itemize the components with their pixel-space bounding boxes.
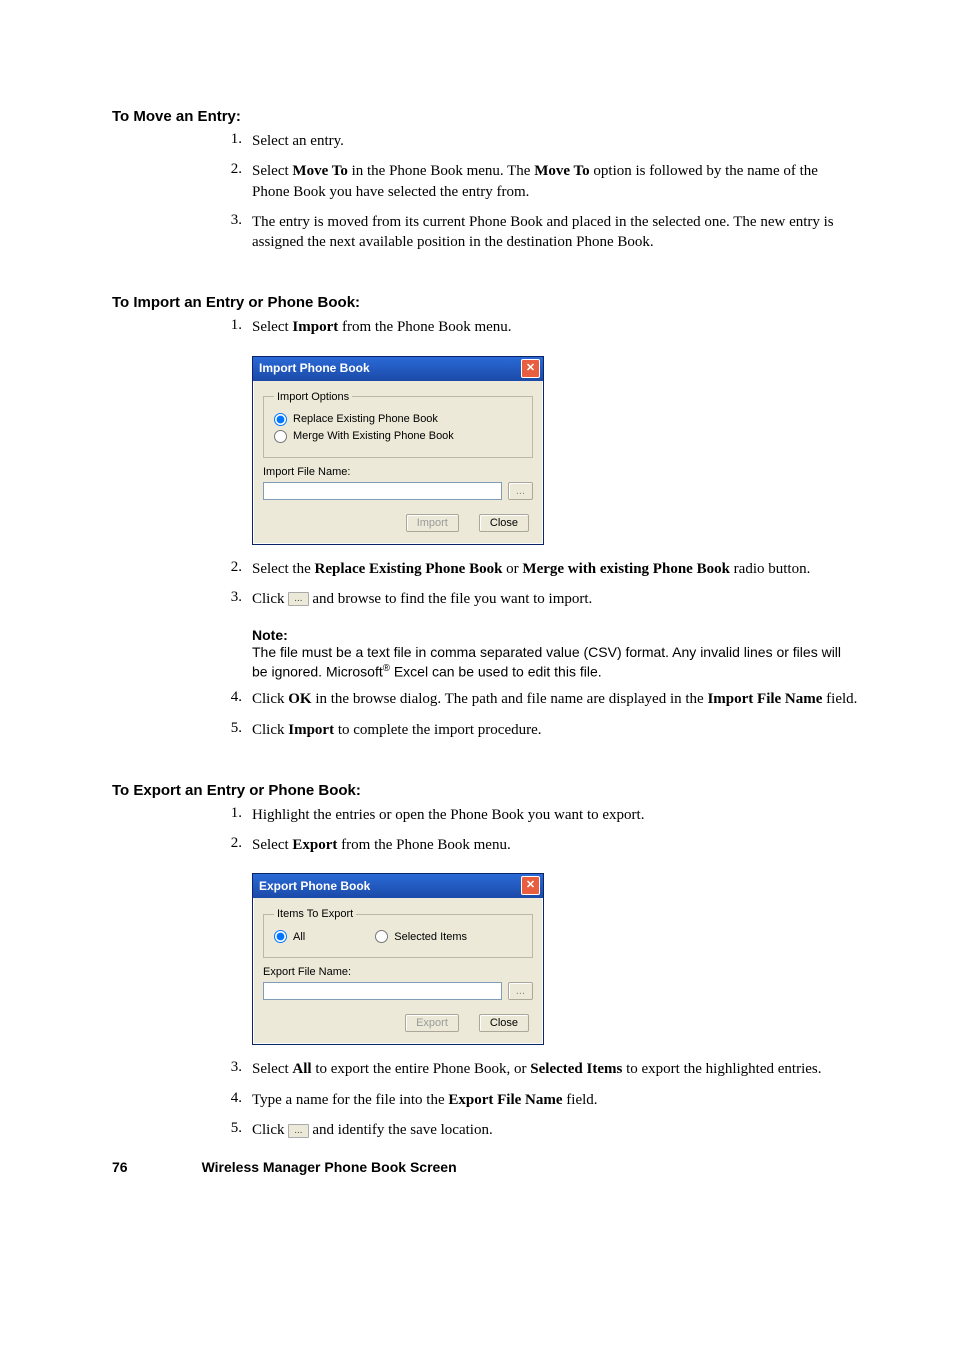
step-text: Select All to export the entire Phone Bo… [252, 1059, 858, 1079]
list-item: 4. Type a name for the file into the Exp… [112, 1090, 858, 1110]
file-row: ... [263, 482, 533, 500]
step-number: 3. [112, 212, 252, 253]
step-text: Type a name for the file into the Export… [252, 1090, 858, 1110]
list-item: 1. Select an entry. [112, 131, 858, 151]
import-options-group: Import Options Replace Existing Phone Bo… [263, 391, 533, 458]
step-text: Select Import from the Phone Book menu. [252, 317, 858, 337]
step-number: 2. [112, 835, 252, 855]
step-text: The entry is moved from its current Phon… [252, 212, 858, 253]
list-item: 5. Click Import to complete the import p… [112, 720, 858, 740]
page: To Move an Entry: 1. Select an entry. 2.… [0, 0, 954, 1351]
step-number: 4. [112, 1090, 252, 1110]
step-text: Click ... and browse to find the file yo… [252, 589, 858, 609]
export-dialog: Export Phone Book ✕ Items To Export All … [252, 873, 544, 1045]
radio-input[interactable] [375, 930, 388, 943]
group-legend: Items To Export [274, 908, 356, 920]
list-item: 3. The entry is moved from its current P… [112, 212, 858, 253]
import-list: 1. Select Import from the Phone Book men… [112, 317, 858, 337]
browse-button[interactable]: ... [508, 982, 533, 1000]
dialog-body: Import Options Replace Existing Phone Bo… [253, 381, 543, 544]
step-number: 1. [112, 805, 252, 825]
list-item: 2. Select Export from the Phone Book men… [112, 835, 858, 855]
dialog-actions: Import Close [263, 514, 533, 532]
export-items-group: Items To Export All Selected Items [263, 908, 533, 958]
close-button[interactable]: Close [479, 514, 529, 532]
step-text: Select an entry. [252, 131, 858, 151]
import-dialog: Import Phone Book ✕ Import Options Repla… [252, 356, 544, 545]
heading-export: To Export an Entry or Phone Book: [112, 782, 858, 799]
step-number: 5. [112, 1120, 252, 1140]
step-number: 1. [112, 317, 252, 337]
export-button[interactable]: Export [405, 1014, 459, 1032]
heading-import: To Import an Entry or Phone Book: [112, 294, 858, 311]
radio-selected[interactable]: Selected Items [375, 930, 467, 943]
import-file-input[interactable] [263, 482, 502, 500]
list-item: 1. Select Import from the Phone Book men… [112, 317, 858, 337]
list-item: 3. Click ... and browse to find the file… [112, 589, 858, 609]
radio-label: All [293, 931, 305, 943]
step-text: Select Move To in the Phone Book menu. T… [252, 161, 858, 202]
radio-grid: All Selected Items [274, 926, 522, 947]
note-title: Note: [252, 627, 858, 643]
step-number: 3. [112, 589, 252, 609]
note-block: Note: The file must be a text file in co… [252, 627, 858, 681]
list-item: 2. Select the Replace Existing Phone Boo… [112, 559, 858, 579]
step-number: 2. [112, 161, 252, 202]
step-number: 2. [112, 559, 252, 579]
file-row: ... [263, 982, 533, 1000]
radio-label: Selected Items [394, 931, 467, 943]
dialog-titlebar: Import Phone Book ✕ [253, 357, 543, 381]
radio-label: Replace Existing Phone Book [293, 413, 438, 425]
heading-move: To Move an Entry: [112, 108, 858, 125]
close-icon[interactable]: ✕ [521, 876, 540, 895]
import-list-cont: 2. Select the Replace Existing Phone Boo… [112, 559, 858, 610]
list-item: 4. Click OK in the browse dialog. The pa… [112, 689, 858, 709]
radio-merge[interactable]: Merge With Existing Phone Book [274, 430, 522, 443]
page-number: 76 [112, 1159, 128, 1175]
dialog-actions: Export Close [263, 1014, 533, 1032]
export-list: 1. Highlight the entries or open the Pho… [112, 805, 858, 856]
step-number: 3. [112, 1059, 252, 1079]
step-number: 5. [112, 720, 252, 740]
step-text: Click ... and identify the save location… [252, 1120, 858, 1140]
list-item: 2. Select Move To in the Phone Book menu… [112, 161, 858, 202]
step-text: Select Export from the Phone Book menu. [252, 835, 858, 855]
browse-button[interactable]: ... [508, 482, 533, 500]
close-button[interactable]: Close [479, 1014, 529, 1032]
export-list-cont: 3. Select All to export the entire Phone… [112, 1059, 858, 1140]
step-number: 1. [112, 131, 252, 151]
page-footer: 76 Wireless Manager Phone Book Screen [112, 1159, 457, 1175]
dialog-body: Items To Export All Selected Items Expor… [253, 898, 543, 1044]
step-text: Highlight the entries or open the Phone … [252, 805, 858, 825]
move-list: 1. Select an entry. 2. Select Move To in… [112, 131, 858, 252]
list-item: 1. Highlight the entries or open the Pho… [112, 805, 858, 825]
radio-input[interactable] [274, 930, 287, 943]
ellipsis-icon: ... [288, 1124, 308, 1138]
step-text: Click Import to complete the import proc… [252, 720, 858, 740]
group-legend: Import Options [274, 391, 352, 403]
import-file-label: Import File Name: [263, 466, 533, 478]
radio-all[interactable]: All [274, 930, 305, 943]
step-text: Select the Replace Existing Phone Book o… [252, 559, 858, 579]
footer-title: Wireless Manager Phone Book Screen [202, 1159, 457, 1175]
note-body: The file must be a text file in comma se… [252, 643, 858, 681]
list-item: 3. Select All to export the entire Phone… [112, 1059, 858, 1079]
step-text: Click OK in the browse dialog. The path … [252, 689, 858, 709]
import-button[interactable]: Import [406, 514, 459, 532]
ellipsis-icon: ... [288, 592, 308, 606]
radio-label: Merge With Existing Phone Book [293, 430, 454, 442]
export-file-label: Export File Name: [263, 966, 533, 978]
import-list-cont2: 4. Click OK in the browse dialog. The pa… [112, 689, 858, 740]
step-number: 4. [112, 689, 252, 709]
dialog-title: Export Phone Book [259, 879, 370, 893]
radio-input[interactable] [274, 413, 287, 426]
radio-replace[interactable]: Replace Existing Phone Book [274, 413, 522, 426]
export-file-input[interactable] [263, 982, 502, 1000]
dialog-title: Import Phone Book [259, 361, 370, 375]
radio-input[interactable] [274, 430, 287, 443]
dialog-titlebar: Export Phone Book ✕ [253, 874, 543, 898]
list-item: 5. Click ... and identify the save locat… [112, 1120, 858, 1140]
close-icon[interactable]: ✕ [521, 359, 540, 378]
